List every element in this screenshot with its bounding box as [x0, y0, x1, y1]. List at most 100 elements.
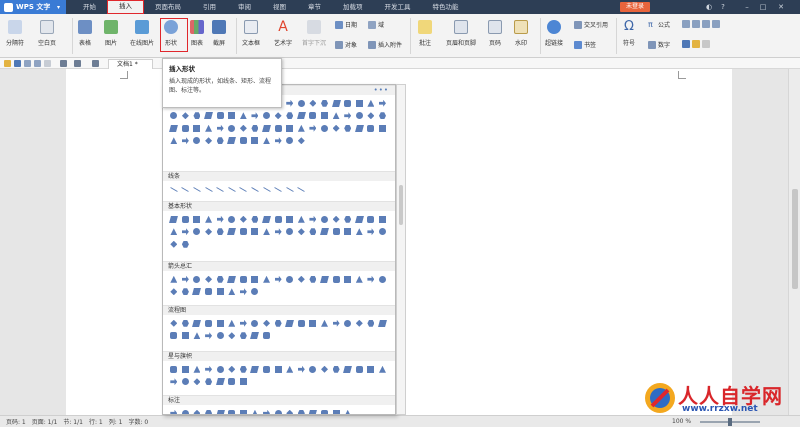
shape-item[interactable]	[261, 226, 273, 239]
shape-item[interactable]	[342, 213, 354, 226]
shape-item[interactable]	[214, 183, 226, 196]
shape-item[interactable]	[191, 363, 203, 376]
customize-icon[interactable]	[92, 60, 99, 67]
shape-item[interactable]	[261, 183, 273, 196]
shape-item[interactable]	[191, 273, 203, 286]
cross-reference-button[interactable]: 交叉引用	[574, 20, 608, 29]
close-icon[interactable]: ✕	[776, 2, 786, 12]
more-icon[interactable]: •••	[374, 86, 389, 94]
shape-item[interactable]	[214, 110, 226, 123]
shape-item[interactable]	[180, 135, 192, 148]
shape-item[interactable]	[249, 135, 261, 148]
shape-item[interactable]	[226, 407, 238, 414]
shape-item[interactable]	[307, 273, 319, 286]
shape-item[interactable]	[284, 135, 296, 148]
shape-item[interactable]	[168, 122, 180, 135]
shape-panel-scrollbar[interactable]	[396, 84, 406, 415]
status-word-count[interactable]: 字数: 0	[128, 417, 148, 426]
shape-item[interactable]	[365, 363, 377, 376]
shape-item[interactable]	[365, 213, 377, 226]
shape-item[interactable]	[365, 97, 377, 110]
shape-item[interactable]	[330, 363, 342, 376]
shape-item[interactable]	[226, 317, 238, 330]
maximize-icon[interactable]: □	[758, 2, 768, 12]
shape-item[interactable]	[203, 286, 215, 299]
shape-item[interactable]	[249, 407, 261, 414]
shape-item[interactable]	[330, 213, 342, 226]
symbol-button[interactable]: Ω 符号	[622, 20, 636, 48]
shape-item[interactable]	[296, 407, 308, 414]
shape-item[interactable]	[354, 122, 366, 135]
drop-cap-button[interactable]: 首字下沉	[302, 20, 326, 47]
help-icon[interactable]: ?	[718, 2, 728, 12]
tab-special[interactable]: 特色功能	[422, 0, 470, 14]
shape-item[interactable]	[296, 110, 308, 123]
shape-item[interactable]	[296, 135, 308, 148]
shape-item[interactable]	[342, 363, 354, 376]
shape-item[interactable]	[249, 226, 261, 239]
page-number-button[interactable]: 页码	[488, 20, 502, 47]
shape-item[interactable]	[284, 273, 296, 286]
shape-item[interactable]	[284, 317, 296, 330]
shape-item[interactable]	[307, 317, 319, 330]
shape-item[interactable]	[203, 183, 215, 196]
shape-item[interactable]	[330, 97, 342, 110]
shape-item[interactable]	[284, 97, 296, 110]
online-picture-button[interactable]: 在线图片	[130, 20, 154, 47]
shape-item[interactable]	[272, 213, 284, 226]
shape-item[interactable]	[284, 407, 296, 414]
shape-item[interactable]	[330, 407, 342, 414]
shape-item[interactable]	[238, 376, 250, 389]
shape-item[interactable]	[319, 273, 331, 286]
minimize-icon[interactable]: –	[742, 2, 752, 12]
object-button[interactable]: 对象	[335, 40, 357, 49]
shape-item[interactable]	[284, 363, 296, 376]
shape-item[interactable]	[191, 122, 203, 135]
shape-item[interactable]	[365, 110, 377, 123]
open-folder-icon[interactable]	[4, 60, 11, 67]
shape-item[interactable]	[319, 363, 331, 376]
tab-addins[interactable]: 加载项	[332, 0, 374, 14]
shape-item[interactable]	[203, 213, 215, 226]
shape-item[interactable]	[168, 407, 180, 414]
shape-item[interactable]	[238, 135, 250, 148]
scrollbar-thumb[interactable]	[792, 189, 798, 289]
shape-item[interactable]	[214, 122, 226, 135]
shape-item[interactable]	[330, 226, 342, 239]
shape-item[interactable]	[203, 226, 215, 239]
shape-item[interactable]	[377, 317, 389, 330]
shape-item[interactable]	[330, 273, 342, 286]
shape-item[interactable]	[354, 97, 366, 110]
shape-item[interactable]	[261, 317, 273, 330]
shape-item[interactable]	[226, 273, 238, 286]
shape-item[interactable]	[180, 317, 192, 330]
shape-item[interactable]	[272, 135, 284, 148]
shape-item[interactable]	[261, 363, 273, 376]
shape-item[interactable]	[296, 226, 308, 239]
shape-item[interactable]	[249, 286, 261, 299]
shape-item[interactable]	[226, 286, 238, 299]
shape-item[interactable]	[307, 213, 319, 226]
shape-item[interactable]	[272, 407, 284, 414]
zoom-slider-handle[interactable]	[728, 418, 732, 426]
form-controls-group[interactable]	[682, 20, 722, 28]
shape-item[interactable]	[354, 273, 366, 286]
shape-item[interactable]	[203, 135, 215, 148]
wordart-button[interactable]: A 艺术字	[274, 20, 292, 47]
shape-item[interactable]	[272, 122, 284, 135]
chart-button[interactable]: 图表	[190, 20, 204, 47]
shape-item[interactable]	[342, 97, 354, 110]
shape-item[interactable]	[330, 110, 342, 123]
shape-item[interactable]	[296, 97, 308, 110]
shape-item[interactable]	[342, 122, 354, 135]
shape-item[interactable]	[203, 317, 215, 330]
shape-item[interactable]	[168, 330, 180, 343]
shape-item[interactable]	[214, 330, 226, 343]
comment-button[interactable]: 批注	[418, 20, 432, 47]
shape-item[interactable]	[203, 122, 215, 135]
shape-item[interactable]	[191, 183, 203, 196]
shape-item[interactable]	[272, 183, 284, 196]
shape-item[interactable]	[249, 213, 261, 226]
equation-button[interactable]: π 公式	[648, 20, 670, 29]
shape-item[interactable]	[377, 97, 389, 110]
